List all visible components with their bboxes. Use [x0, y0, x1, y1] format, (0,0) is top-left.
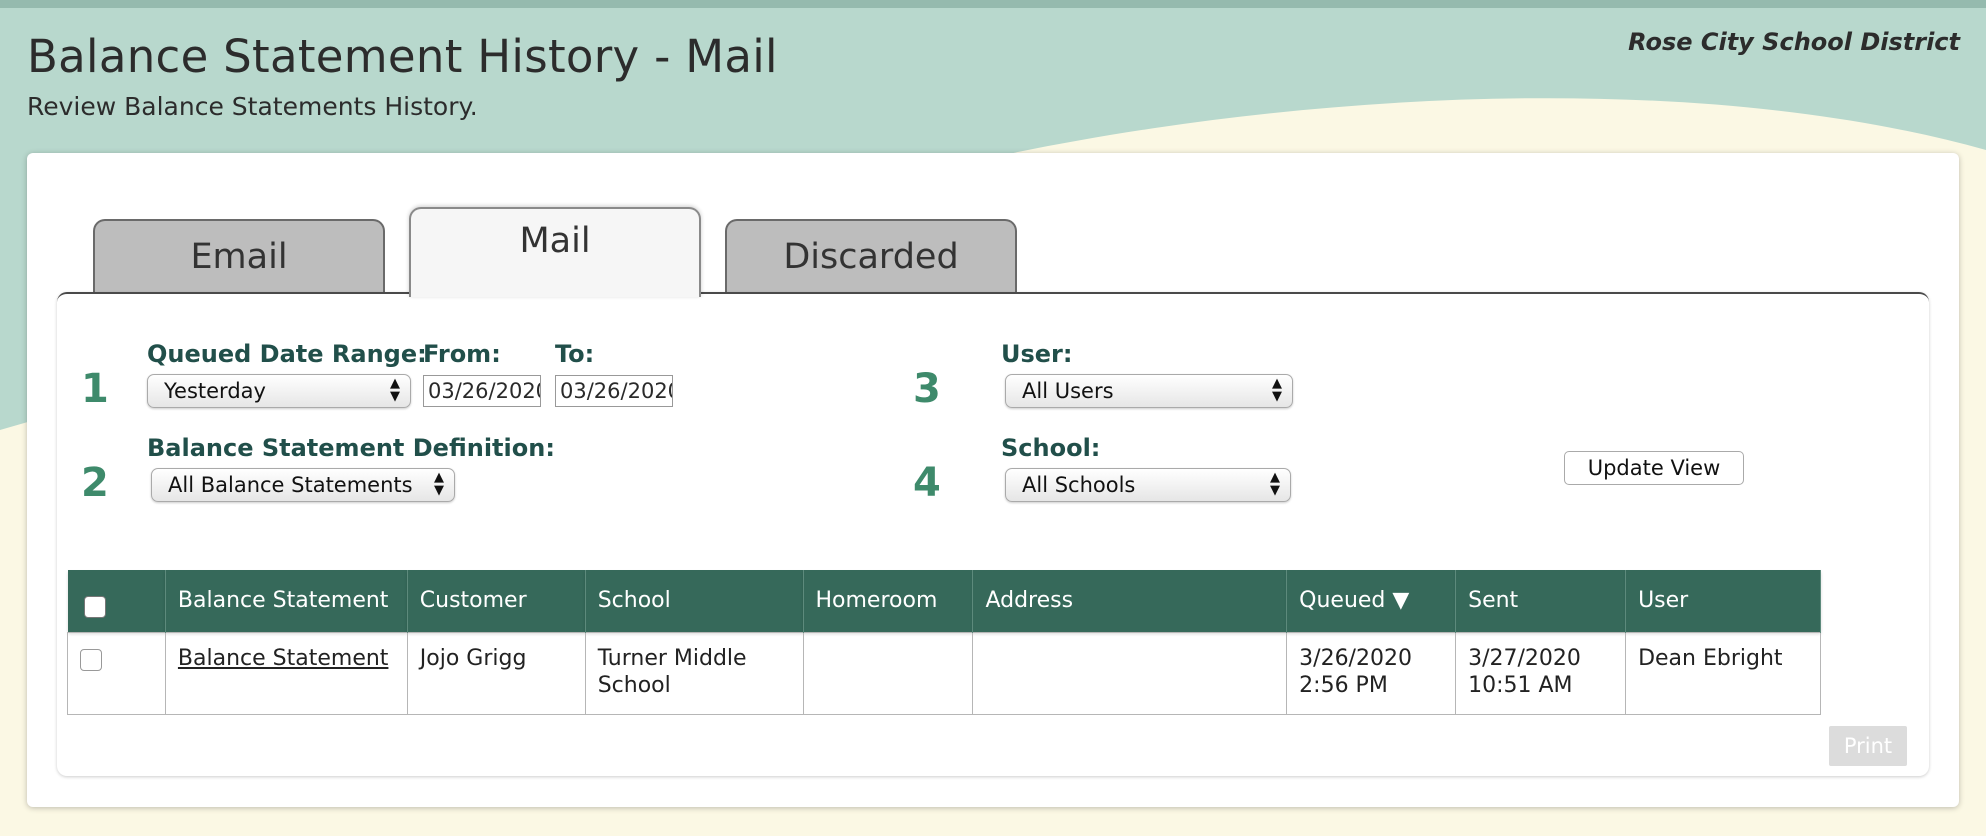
select-arrows-icon: ▲ ▼	[1272, 376, 1282, 404]
school-cell: Turner Middle School	[584, 631, 804, 715]
balance-statement-link[interactable]: Balance Statement	[178, 646, 389, 671]
sent-time: 10:51 AM	[1468, 672, 1573, 698]
row-checkbox[interactable]	[80, 648, 102, 671]
column-header-user[interactable]: User	[1625, 570, 1821, 632]
from-label: From:	[423, 340, 501, 368]
sent-cell: 3/27/2020 10:51 AM	[1455, 631, 1627, 715]
user-select-value: All Users	[1022, 379, 1114, 403]
step-number-1: 1	[81, 366, 109, 412]
page-title: Balance Statement History - Mail	[27, 30, 778, 83]
school-label: School:	[1001, 434, 1101, 462]
tab-discarded[interactable]: Discarded	[725, 219, 1017, 295]
column-header-address[interactable]: Address	[972, 570, 1288, 632]
date-range-select[interactable]: Yesterday ▲ ▼	[147, 374, 411, 408]
step-number-2: 2	[81, 460, 109, 506]
queued-time: 2:56 PM	[1299, 672, 1388, 698]
address-cell	[972, 631, 1288, 715]
column-header-school[interactable]: School	[585, 570, 804, 632]
select-all-header	[67, 570, 166, 632]
school-line-2: School	[597, 672, 671, 698]
user-select[interactable]: All Users ▲ ▼	[1005, 374, 1293, 408]
user-label: User:	[1001, 340, 1073, 368]
school-select[interactable]: All Schools ▲ ▼	[1005, 468, 1291, 502]
to-date-input[interactable]: 03/26/2020	[555, 375, 673, 407]
definition-select[interactable]: All Balance Statements ▲ ▼	[151, 468, 455, 502]
sent-date: 3/27/2020	[1468, 645, 1581, 671]
queued-cell: 3/26/2020 2:56 PM	[1286, 631, 1457, 715]
date-range-value: Yesterday	[164, 379, 266, 403]
district-name: Rose City School District	[1628, 28, 1960, 56]
filter-content-box: 1 Queued Date Range: From: To: Yesterday…	[57, 292, 1929, 776]
row-select-cell	[67, 631, 166, 715]
main-panel: Email Mail Discarded 1 Queued Date Range…	[27, 153, 1959, 807]
select-arrows-icon: ▲ ▼	[434, 470, 444, 498]
tab-mail[interactable]: Mail	[409, 207, 701, 297]
table-header-row: Balance Statement Customer School Homero…	[67, 570, 1821, 632]
date-range-label: Queued Date Range:	[147, 340, 427, 368]
print-button[interactable]: Print	[1829, 726, 1907, 766]
definition-label: Balance Statement Definition:	[147, 434, 555, 462]
to-label: To:	[555, 340, 595, 368]
step-number-3: 3	[913, 366, 941, 412]
select-all-checkbox[interactable]	[83, 595, 106, 618]
select-arrows-icon: ▲ ▼	[1270, 470, 1280, 498]
update-view-button[interactable]: Update View	[1564, 451, 1744, 485]
definition-select-value: All Balance Statements	[168, 473, 413, 497]
step-number-4: 4	[913, 460, 941, 506]
customer-cell: Jojo Grigg	[406, 631, 586, 715]
balance-statement-table: Balance Statement Customer School Homero…	[67, 570, 1821, 715]
homeroom-cell	[802, 631, 974, 715]
column-header-balance-statement[interactable]: Balance Statement	[165, 570, 408, 632]
from-date-input[interactable]: 03/26/2020	[423, 375, 541, 407]
column-header-customer[interactable]: Customer	[407, 570, 586, 632]
school-line-1: Turner Middle	[597, 645, 747, 671]
statement-cell: Balance Statement	[164, 631, 408, 715]
user-cell: Dean Ebright	[1625, 631, 1821, 715]
queued-date: 3/26/2020	[1299, 645, 1412, 671]
column-header-queued[interactable]: Queued ▼	[1286, 570, 1457, 632]
select-arrows-icon: ▲ ▼	[390, 376, 400, 404]
column-header-sent[interactable]: Sent	[1455, 570, 1627, 632]
tab-email[interactable]: Email	[93, 219, 385, 295]
page-subtitle: Review Balance Statements History.	[27, 92, 478, 121]
school-select-value: All Schools	[1022, 473, 1136, 497]
column-header-homeroom[interactable]: Homeroom	[803, 570, 974, 632]
table-row: Balance Statement Jojo Grigg Turner Midd…	[67, 631, 1821, 715]
